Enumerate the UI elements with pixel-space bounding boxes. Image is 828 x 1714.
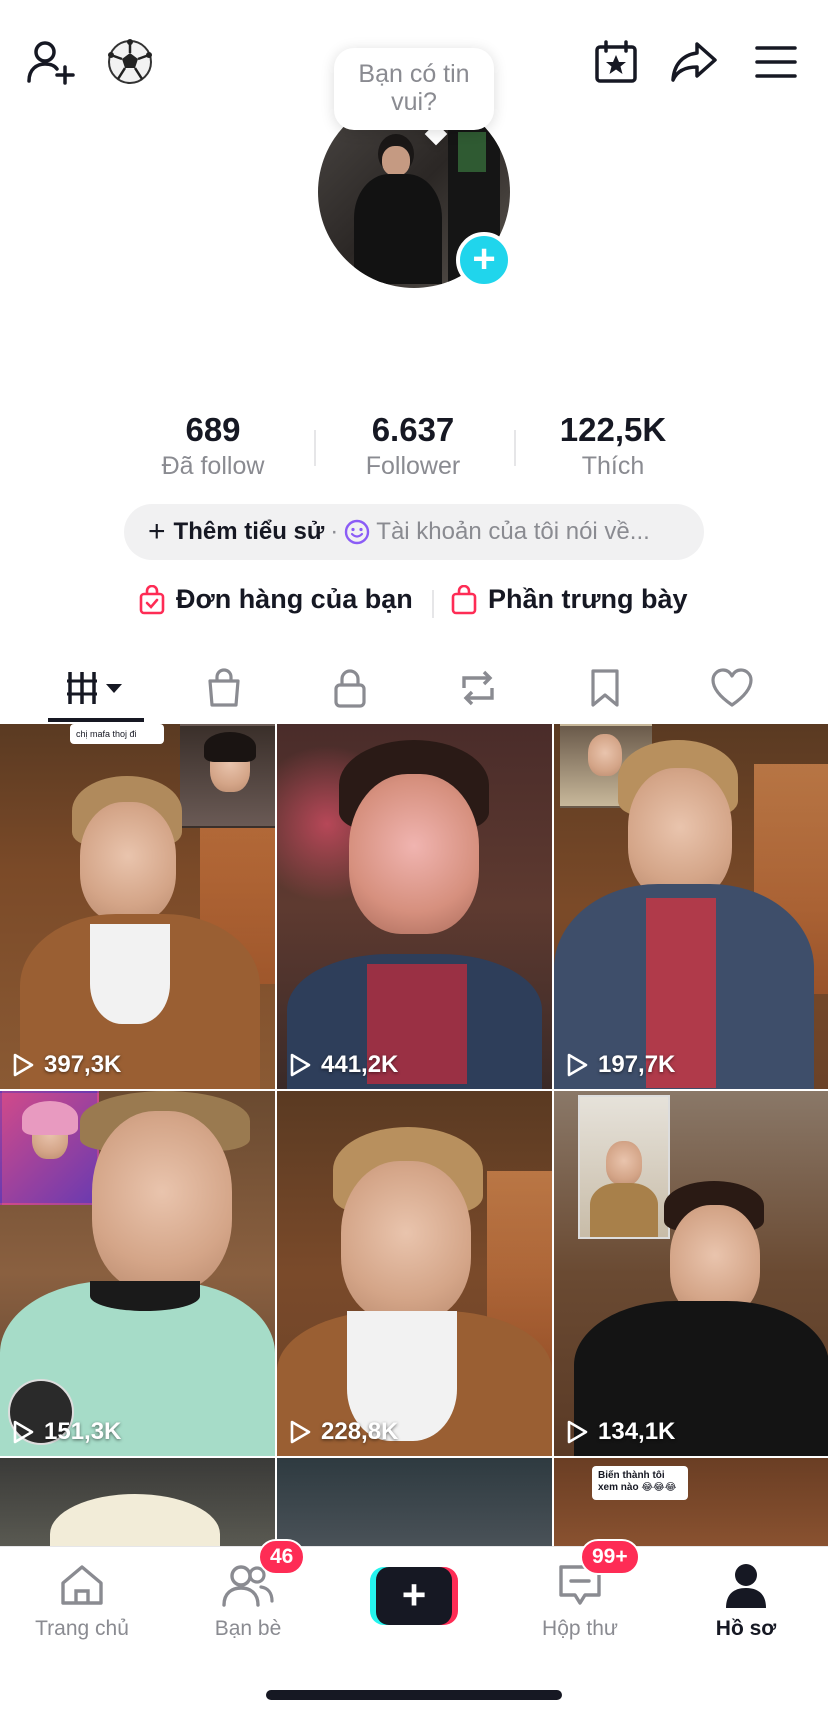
shop-bag-icon bbox=[208, 668, 240, 707]
active-tab-indicator bbox=[48, 718, 144, 722]
nav-label: Hồ sơ bbox=[715, 1617, 777, 1640]
view-count: 134,1K bbox=[566, 1418, 675, 1446]
play-icon bbox=[290, 1420, 311, 1444]
tab-liked[interactable] bbox=[668, 652, 796, 724]
stat-value: 122,5K bbox=[559, 411, 667, 448]
shopping-bag-check-icon bbox=[138, 584, 166, 615]
calendar-star-icon[interactable] bbox=[590, 36, 642, 88]
share-icon[interactable] bbox=[668, 36, 720, 88]
stat-label: Follower bbox=[365, 452, 461, 480]
stat-likes[interactable]: 122,5K Thích bbox=[513, 410, 713, 481]
view-count: 197,7K bbox=[566, 1051, 675, 1079]
showcase-link[interactable]: Phần trưng bày bbox=[450, 584, 688, 615]
tab-shop[interactable] bbox=[160, 652, 288, 724]
video-thumbnail[interactable]: chị mafa thoj đi 397,3K bbox=[0, 724, 275, 1089]
plus-icon: + bbox=[148, 515, 166, 548]
stat-value: 6.637 bbox=[371, 411, 455, 448]
plus-icon: + bbox=[376, 1567, 452, 1625]
grid-bars-icon bbox=[67, 672, 122, 704]
view-count: 441,2K bbox=[289, 1051, 398, 1079]
profile-tabs bbox=[0, 652, 828, 724]
orders-link[interactable]: Đơn hàng của bạn bbox=[138, 584, 413, 615]
nav-label: Bạn bè bbox=[214, 1617, 282, 1640]
view-count: 228,8K bbox=[289, 1418, 398, 1446]
video-thumbnail[interactable] bbox=[277, 1458, 552, 1548]
smile-icon bbox=[344, 519, 370, 545]
create-video-button[interactable]: + bbox=[370, 1567, 458, 1625]
showcase-label: Phần trưng bày bbox=[488, 584, 688, 614]
lock-icon bbox=[334, 669, 366, 708]
comment-reply-sticker: Biến thành tôi xem nào 😂😂😂 bbox=[592, 1466, 688, 1500]
tab-reposts[interactable] bbox=[414, 652, 542, 724]
soccer-ball-icon[interactable] bbox=[104, 36, 156, 88]
inbox-badge: 99+ bbox=[580, 1539, 640, 1575]
stat-value: 689 bbox=[185, 411, 241, 448]
video-thumbnail[interactable]: 134,1K bbox=[554, 1091, 828, 1456]
add-bio-label: Thêm tiểu sử bbox=[173, 518, 325, 545]
friends-badge: 46 bbox=[258, 1539, 306, 1575]
play-icon bbox=[13, 1053, 34, 1077]
tab-videos[interactable] bbox=[32, 652, 160, 724]
view-count: 151,3K bbox=[12, 1418, 121, 1446]
menu-icon[interactable] bbox=[750, 36, 802, 88]
tab-private[interactable] bbox=[286, 652, 414, 724]
orders-label: Đơn hàng của bạn bbox=[176, 584, 413, 614]
video-thumbnail[interactable]: 151,3K bbox=[0, 1091, 275, 1456]
profile-icon bbox=[726, 1564, 766, 1608]
bio-placeholder: Tài khoản của tôi nói về... bbox=[376, 518, 650, 545]
shop-divider bbox=[432, 590, 434, 618]
status-bubble[interactable]: Bạn có tin vui? bbox=[334, 48, 494, 130]
bottom-nav: Trang chủ Bạn bè 46 + Hộp thư 99+ Hồ sơ bbox=[0, 1539, 828, 1714]
video-thumbnail[interactable]: 197,7K bbox=[554, 724, 828, 1089]
play-icon bbox=[567, 1420, 588, 1444]
stat-following[interactable]: 689 Đã follow bbox=[113, 410, 313, 481]
stat-label: Thích bbox=[581, 452, 645, 480]
nav-label: Trang chủ bbox=[35, 1617, 129, 1640]
video-thumbnail[interactable]: 228,8K bbox=[277, 1091, 552, 1456]
bio-separator: · bbox=[330, 518, 339, 545]
shopping-bag-icon bbox=[450, 584, 478, 615]
play-icon bbox=[567, 1053, 588, 1077]
home-indicator bbox=[266, 1690, 562, 1700]
add-avatar-story-button[interactable]: + bbox=[456, 232, 512, 288]
nav-label: Hộp thư bbox=[542, 1617, 618, 1640]
stat-followers[interactable]: 6.637 Follower bbox=[313, 410, 513, 481]
comment-reply-sticker: chị mafa thoj đi bbox=[70, 724, 164, 744]
home-icon bbox=[61, 1565, 103, 1605]
add-friend-icon[interactable] bbox=[24, 36, 76, 88]
video-thumbnail[interactable]: 441,2K bbox=[277, 724, 552, 1089]
add-bio-button[interactable]: + Thêm tiểu sử · Tài khoản của tôi nói v… bbox=[124, 504, 704, 560]
heart-icon bbox=[711, 668, 753, 707]
bookmark-icon bbox=[591, 669, 619, 707]
stat-label: Đã follow bbox=[161, 452, 265, 480]
video-thumbnail[interactable]: Biến thành tôi xem nào 😂😂😂 bbox=[554, 1458, 828, 1548]
view-count: 397,3K bbox=[12, 1051, 121, 1079]
play-icon bbox=[13, 1420, 34, 1444]
play-icon bbox=[290, 1053, 311, 1077]
nav-profile[interactable]: Hồ sơ bbox=[676, 1557, 816, 1641]
nav-home[interactable]: Trang chủ bbox=[12, 1557, 152, 1641]
tab-favorites[interactable] bbox=[541, 652, 669, 724]
repost-icon bbox=[462, 670, 494, 706]
video-thumbnail[interactable] bbox=[0, 1458, 275, 1548]
